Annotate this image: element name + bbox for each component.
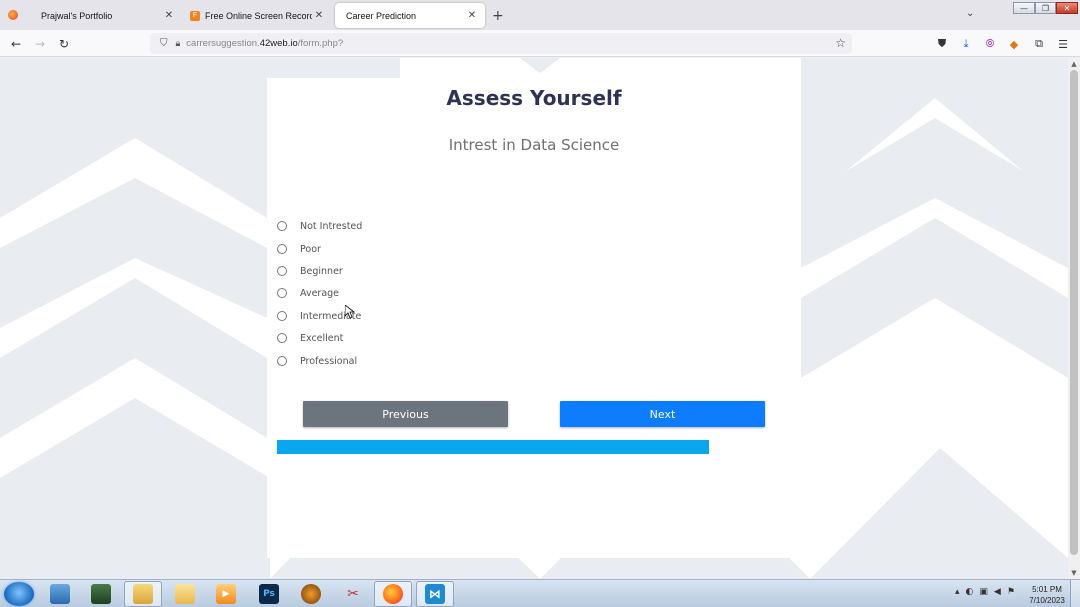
metamask-fox-icon[interactable]: ◆ (1006, 36, 1022, 52)
radio-button[interactable] (277, 244, 287, 254)
close-icon[interactable]: ✕ (312, 9, 326, 23)
restore-button[interactable]: ❐ (1035, 2, 1056, 14)
taskbar-fl-studio[interactable] (292, 581, 330, 607)
option-label: Beginner (300, 265, 343, 277)
tab-portfolio[interactable]: Prajwal's Portfolio ✕ (26, 3, 182, 28)
lock-icon[interactable]: 🔒︎ (176, 39, 181, 49)
media-player-play-icon: ▶ (216, 584, 236, 604)
bookmark-star-icon[interactable]: ☆ (835, 36, 846, 50)
tray-app-icon[interactable]: ◐ (966, 587, 974, 597)
option-label: Excellent (300, 332, 344, 344)
control-panel-icon (50, 584, 70, 604)
pocket-icon[interactable]: ⛊ (934, 36, 950, 52)
option-professional[interactable]: Professional (277, 352, 357, 370)
shield-icon[interactable]: ⛉ (160, 38, 168, 49)
tab-title: Prajwal's Portfolio (41, 10, 113, 21)
screen-recorder-favicon-icon: F (190, 10, 200, 21)
mouse-cursor-icon (345, 305, 355, 319)
tab-title: Career Prediction (346, 10, 417, 21)
taskbar-control-panel[interactable] (41, 581, 79, 607)
taskbar-monitor-app[interactable] (82, 581, 120, 607)
monitor-app-icon (91, 584, 111, 604)
taskbar-vscode[interactable]: ⋈ (416, 581, 454, 607)
firefox-view-icon[interactable] (8, 10, 18, 20)
option-label: Professional (300, 355, 358, 367)
previous-button[interactable]: Previous (303, 401, 508, 427)
firefox-icon (383, 584, 403, 604)
libraries-icon (175, 584, 195, 604)
folder-icon (133, 584, 153, 604)
extensions-puzzle-icon[interactable]: ⧉ (1031, 36, 1047, 52)
volume-icon[interactable]: ◀ (994, 587, 1001, 597)
downloads-icon[interactable]: ⤓ (958, 36, 974, 52)
tab-screen-recorder[interactable]: F Free Online Screen Recorder & ✕ (182, 3, 332, 28)
list-all-tabs-chevron-icon[interactable]: ⌄ (966, 8, 974, 19)
taskbar-photoshop[interactable]: Ps (250, 581, 288, 607)
option-average[interactable]: Average (277, 284, 339, 302)
taskbar-clock[interactable]: 5:01 PM 7/10/2023 (1024, 584, 1070, 606)
scrollbar-thumb[interactable] (1070, 70, 1078, 555)
url-path: /form.php? (297, 38, 344, 49)
url-bar[interactable]: ⛉ 🔒︎ carrersuggestion.42web.io/form.php?… (150, 33, 852, 54)
progress-bar (277, 440, 709, 454)
start-button-windows-icon[interactable] (4, 582, 34, 606)
vertical-scrollbar[interactable]: ▲ ▼ (1068, 58, 1080, 579)
reload-icon[interactable]: ↻ (56, 36, 72, 52)
close-icon[interactable]: ✕ (465, 9, 479, 23)
window-close-button[interactable]: ✕ (1056, 2, 1078, 14)
back-arrow-icon[interactable]: ← (8, 36, 24, 52)
url-domain: 42web.io (259, 38, 298, 49)
fl-studio-icon (301, 584, 321, 604)
radio-button[interactable] (277, 266, 287, 276)
url-text[interactable]: carrersuggestion.42web.io/form.php? (186, 38, 343, 49)
system-tray: ▴ ◐ ▣ ◀ ⚑ (955, 587, 1015, 597)
windows-taskbar: ▶ Ps ✂ ⋈ ▴ ◐ ▣ ◀ ⚑ 5:01 PM 7/10/2023 (0, 579, 1080, 607)
scissors-icon: ✂ (347, 586, 359, 602)
minimize-button[interactable]: — (1013, 2, 1035, 14)
option-poor[interactable]: Poor (277, 240, 321, 258)
radio-button[interactable] (277, 288, 287, 298)
new-tab-plus-icon[interactable]: + (492, 8, 504, 24)
photoshop-icon: Ps (259, 584, 279, 604)
navigation-bar: ← → ↻ ⛉ 🔒︎ carrersuggestion.42web.io/for… (0, 30, 1080, 57)
next-button[interactable]: Next (560, 401, 765, 427)
show-desktop-button[interactable] (1070, 580, 1080, 607)
radio-button[interactable] (277, 356, 287, 366)
clock-time: 5:01 PM (1032, 585, 1062, 594)
option-label: Not Intrested (300, 220, 363, 232)
option-not-intrested[interactable]: Not Intrested (277, 217, 362, 235)
option-label: Average (300, 287, 340, 299)
radio-button[interactable] (277, 311, 287, 321)
radio-button[interactable] (277, 333, 287, 343)
action-center-flag-icon[interactable]: ⚑ (1007, 587, 1015, 597)
question-label: Intrest in Data Science (448, 136, 620, 154)
close-icon[interactable]: ✕ (162, 9, 176, 23)
taskbar-snipping-tool[interactable]: ✂ (334, 581, 372, 607)
taskbar-file-explorer[interactable] (124, 581, 162, 607)
scroll-down-arrow-icon[interactable]: ▼ (1070, 569, 1078, 577)
scroll-up-arrow-icon[interactable]: ▲ (1070, 60, 1078, 68)
taskbar-media-player[interactable]: ▶ (207, 581, 245, 607)
option-beginner[interactable]: Beginner (277, 262, 343, 280)
show-hidden-icons-arrow-icon[interactable]: ▴ (955, 587, 960, 597)
option-label: Poor (300, 243, 321, 255)
menu-hamburger-icon[interactable]: ☰ (1055, 36, 1071, 52)
taskbar-firefox[interactable] (374, 581, 412, 607)
page-title: Assess Yourself (446, 86, 622, 110)
network-icon[interactable]: ▣ (979, 587, 988, 597)
forward-arrow-icon[interactable]: → (32, 36, 48, 52)
taskbar-libraries[interactable] (166, 581, 204, 607)
extension-broadcast-icon[interactable]: ⦾ (982, 36, 998, 52)
tab-strip: Prajwal's Portfolio ✕ F Free Online Scre… (0, 0, 1080, 30)
progress-bar-fill (277, 440, 709, 454)
portfolio-favicon (34, 11, 36, 21)
url-subdomain: carrersuggestion. (186, 38, 260, 49)
tab-career-prediction[interactable]: Career Prediction ✕ (335, 3, 485, 28)
option-excellent[interactable]: Excellent (277, 329, 343, 347)
radio-button[interactable] (277, 221, 287, 231)
tab-title: Free Online Screen Recorder & (205, 10, 312, 21)
clock-date: 7/10/2023 (1029, 596, 1065, 605)
vscode-icon: ⋈ (425, 584, 445, 604)
